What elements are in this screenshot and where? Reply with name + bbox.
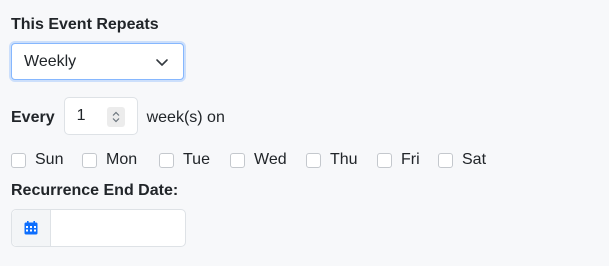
day-label: Sat	[462, 151, 487, 168]
day-option-mon[interactable]: Mon	[82, 149, 137, 171]
end-date-label: Recurrence End Date:	[11, 182, 179, 199]
day-checkbox[interactable]	[377, 152, 392, 168]
day-label: Thu	[330, 151, 358, 168]
day-checkbox[interactable]	[230, 152, 245, 168]
interval-label: Every	[11, 109, 55, 126]
day-option-thu[interactable]: Thu	[306, 149, 358, 171]
day-label: Tue	[183, 151, 210, 168]
day-option-sun[interactable]: Sun	[11, 149, 63, 171]
repeat-frequency-select[interactable]: Weekly	[11, 43, 184, 80]
spin-up-icon[interactable]	[111, 110, 121, 117]
spinner-arrows-icon[interactable]	[106, 107, 125, 127]
calendar-button[interactable]	[12, 210, 51, 246]
day-label: Fri	[401, 151, 420, 168]
repeat-label: This Event Repeats	[11, 16, 159, 33]
day-option-wed[interactable]: Wed	[230, 149, 287, 171]
day-label: Wed	[254, 151, 287, 168]
calendar-icon	[24, 221, 38, 235]
day-checkbox[interactable]	[306, 152, 321, 168]
interval-suffix: week(s) on	[146, 109, 225, 126]
day-checkbox[interactable]	[82, 152, 97, 168]
chevron-down-icon	[156, 59, 168, 66]
end-date-picker	[11, 209, 186, 247]
interval-number-input[interactable]: 1	[63, 97, 138, 135]
interval-value: 1	[76, 107, 86, 124]
day-checkbox[interactable]	[159, 152, 174, 168]
interval-row: Every 1 week(s) on	[11, 97, 225, 135]
day-option-sat[interactable]: Sat	[438, 149, 486, 171]
day-checkbox[interactable]	[438, 152, 453, 168]
day-option-fri[interactable]: Fri	[377, 149, 420, 171]
day-checkbox[interactable]	[11, 152, 26, 168]
day-label: Sun	[35, 151, 64, 168]
repeat-frequency-value: Weekly	[24, 52, 77, 70]
end-date-input[interactable]	[51, 210, 185, 246]
spin-down-icon[interactable]	[111, 117, 121, 124]
day-option-tue[interactable]: Tue	[159, 149, 210, 171]
day-label: Mon	[106, 151, 138, 168]
